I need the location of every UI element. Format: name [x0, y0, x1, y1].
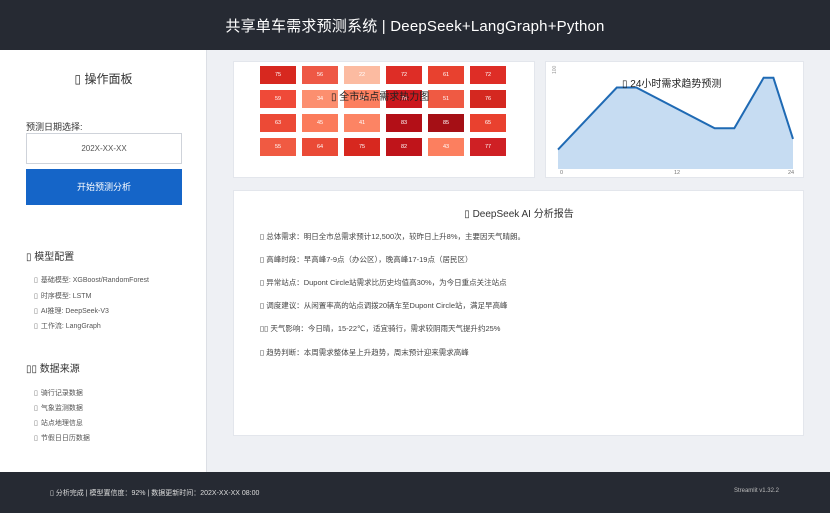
- heatmap-cell: 43: [428, 138, 464, 156]
- heatmap-cell: 85: [428, 114, 464, 132]
- bullet-icon: ▯: [34, 323, 38, 330]
- x-tick-label: 12: [674, 170, 680, 176]
- bullet-icon: ▯: [34, 308, 38, 315]
- model-item: ▯ 时序模型: LSTM: [34, 293, 92, 300]
- report-line: ▯▯ 天气影响：今日晴，15-22℃，适宜骑行，需求较阴雨天气提升约25%: [260, 324, 501, 333]
- heatmap-cell: 55: [260, 138, 296, 156]
- bullet-icon: ▯: [34, 277, 38, 284]
- bullet-icon: ▯: [34, 293, 38, 300]
- heatmap-cell: 41: [344, 114, 380, 132]
- bullet-icon: ▯: [34, 405, 38, 412]
- trend-area: [558, 77, 793, 169]
- ai-report-card: ▯ DeepSeek AI 分析报告 ▯ 总体需求：明日全市总需求预计12,50…: [233, 190, 804, 436]
- heatmap-cell: 51: [428, 90, 464, 108]
- heatmap-cell: 75: [344, 138, 380, 156]
- data-item: ▯ 气象监测数据: [34, 405, 83, 412]
- trend-title: ▯ 24小时需求趋势预测: [622, 79, 722, 90]
- bullet-icon: ▯: [34, 435, 38, 442]
- y-tick-label: 100: [552, 65, 558, 74]
- start-analysis-button[interactable]: 开始预测分析: [26, 169, 182, 205]
- x-tick-label: 24: [788, 170, 794, 176]
- date-label: 预测日期选择:: [26, 122, 83, 132]
- model-item: ▯ 工作流: LangGraph: [34, 323, 101, 330]
- heatmap-cell: 59: [260, 90, 296, 108]
- model-item: ▯ 基础模型: XGBoost/RandomForest: [34, 277, 150, 284]
- heatmap-title: ▯ 全市站点需求热力图: [331, 92, 430, 103]
- heatmap-cell: 64: [302, 138, 338, 156]
- heatmap-cell: 61: [428, 66, 464, 84]
- trend-chart-card: 100 0 12 24 ▯ 24小时需求趋势预测: [545, 61, 804, 178]
- heatmap-cell: 77: [470, 138, 506, 156]
- heatmap-cell: 22: [344, 66, 380, 84]
- data-item: ▯ 站点地理信息: [34, 420, 83, 427]
- heatmap-cell: 72: [386, 66, 422, 84]
- data-item: ▯ 骑行记录数据: [34, 390, 83, 397]
- heatmap-cell: 76: [470, 90, 506, 108]
- app-header: 共享单车需求预测系统 | DeepSeek+LangGraph+Python: [0, 0, 830, 50]
- status-footer: ▯ 分析完成 | 模型置信度：92% | 数据更新时间：202X-XX-XX 0…: [0, 472, 830, 513]
- report-title: ▯ DeepSeek AI 分析报告: [464, 209, 574, 220]
- report-line: ▯ 高峰时段：早高峰7-9点（办公区），晚高峰17-19点（居民区）: [260, 255, 473, 264]
- heatmap-cell: 65: [470, 114, 506, 132]
- heatmap-cell: 83: [386, 114, 422, 132]
- x-tick-label: 0: [560, 170, 563, 176]
- status-text: ▯ 分析完成 | 模型置信度：92% | 数据更新时间：202X-XX-XX 0…: [50, 490, 260, 497]
- version-label: Streamlit v1.32.2: [733, 488, 779, 494]
- heatmap-cell: 63: [260, 114, 296, 132]
- report-line: ▯ 趋势判断：本周需求整体呈上升趋势，周末预计迎来需求高峰: [260, 348, 469, 357]
- app-title: 共享单车需求预测系统 | DeepSeek+LangGraph+Python: [225, 17, 605, 35]
- model-config-heading: ▯ 模型配置: [26, 252, 75, 263]
- heatmap-cell: 56: [302, 66, 338, 84]
- model-item: ▯ AI推理: DeepSeek-V3: [34, 308, 109, 315]
- heatmap-card: 75 56 22 72 61 72 59 34 43 78 51 76 63 45 41 83 85 65 55 64…: [233, 61, 535, 178]
- bullet-icon: ▯: [34, 390, 38, 397]
- bullet-icon: ▯: [34, 420, 38, 427]
- data-item: ▯ 节假日日历数据: [34, 435, 90, 442]
- main-area: 75 56 22 72 61 72 59 34 43 78 51 76 63 45 41 83 85 65 55 64…: [207, 50, 830, 472]
- date-input[interactable]: 202X-XX-XX: [26, 133, 182, 164]
- sidebar-title: ▯ 操作面板: [74, 72, 133, 86]
- report-line: ▯ 异常站点：Dupont Circle站需求比历史均值高30%，为今日重点关注…: [260, 278, 507, 287]
- report-line: ▯ 总体需求：明日全市总需求预计12,500次，较昨日上升8%，主要因天气晴朗。: [260, 232, 525, 241]
- heatmap-cell: 45: [302, 114, 338, 132]
- heatmap-cell: 75: [260, 66, 296, 84]
- heatmap-cell: 82: [386, 138, 422, 156]
- report-line: ▯ 调度建议：从闲置率高的站点调拨20辆车至Dupont Circle站，满足早…: [260, 301, 508, 310]
- heatmap-cell: 72: [470, 66, 506, 84]
- data-source-heading: ▯▯ 数据来源: [26, 364, 80, 375]
- sidebar: ▯ 操作面板 预测日期选择: 202X-XX-XX 开始预测分析 ▯ 模型配置 …: [0, 50, 207, 472]
